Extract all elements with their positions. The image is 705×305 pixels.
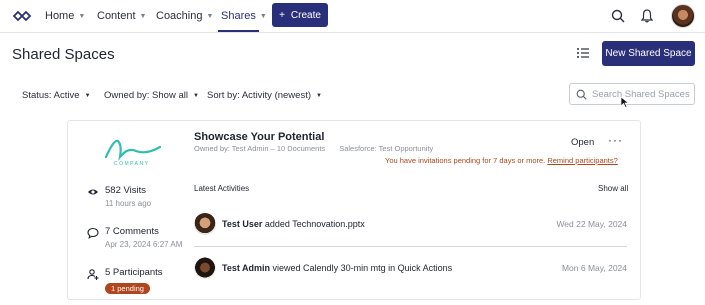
comments-count: 7 Comments — [105, 226, 159, 237]
open-button[interactable]: Open — [571, 137, 594, 148]
chevron-down-icon: ▼ — [259, 12, 267, 20]
chevron-down-icon: ▼ — [78, 12, 86, 20]
activity-date: Mon 6 May, 2024 — [561, 263, 627, 273]
more-options-icon[interactable]: ··· — [608, 133, 623, 147]
search-field[interactable] — [569, 83, 695, 105]
plus-icon: + — [279, 9, 285, 21]
activity-row: Test User added Technovation.pptx Wed 22… — [194, 211, 627, 237]
chevron-down-icon: ▼ — [316, 92, 322, 99]
active-tab-indicator — [218, 30, 259, 32]
shared-space-card[interactable]: COMPANY 582 Visits 11 hours ago 7 Commen… — [67, 120, 641, 300]
space-meta: Owned by: Test Admin – 10 Documents Sale… — [194, 144, 433, 153]
chevron-down-icon: ▼ — [139, 12, 147, 20]
comments-stat: 7 Comments Apr 23, 2024 6:27 AM — [87, 226, 182, 249]
chevron-down-icon: ▼ — [192, 92, 199, 99]
eye-icon — [88, 189, 98, 195]
status-filter-label: Status: Active — [22, 90, 80, 101]
mouse-cursor-icon — [620, 96, 630, 108]
remind-participants-link[interactable]: Remind participants? — [547, 156, 617, 165]
pending-warning: You have invitations pending for 7 days … — [385, 156, 618, 165]
participants-count: 5 Participants — [105, 267, 163, 278]
app-logo-icon[interactable] — [12, 8, 32, 24]
nav-coaching[interactable]: Coaching ▼ — [156, 10, 213, 22]
comments-time: Apr 23, 2024 6:27 AM — [105, 240, 183, 249]
nav-shares-label: Shares — [221, 10, 256, 22]
divider — [194, 246, 627, 247]
show-all-link[interactable]: Show all — [598, 184, 628, 193]
chevron-down-icon: ▼ — [84, 92, 91, 99]
new-shared-space-button[interactable]: New Shared Space — [602, 41, 695, 66]
list-view-icon[interactable] — [576, 46, 590, 60]
nav-home-label: Home — [45, 10, 75, 22]
activity-date: Wed 22 May, 2024 — [556, 219, 627, 229]
activity-text: Test User added Technovation.pptx — [222, 219, 556, 229]
activity-row: Test Admin viewed Calendly 30-min mtg in… — [194, 255, 627, 281]
salesforce-info: Salesforce: Test Opportunity — [339, 144, 434, 153]
add-person-icon — [87, 269, 99, 280]
nav-shares[interactable]: Shares ▼ — [221, 10, 267, 22]
status-filter[interactable]: Status: Active ▼ — [22, 90, 91, 101]
chevron-down-icon: ▼ — [206, 12, 214, 20]
nav-content-label: Content — [97, 10, 136, 22]
latest-activities-heading: Latest Activities — [194, 184, 250, 193]
comment-icon — [87, 227, 99, 239]
activity-action: added Technovation.pptx — [264, 219, 365, 229]
top-nav: Home ▼ Content ▼ Coaching ▼ Shares ▼ + C… — [0, 0, 705, 33]
nav-coaching-label: Coaching — [156, 10, 203, 22]
avatar — [194, 213, 216, 235]
create-button-label: Create — [290, 9, 321, 21]
owned-by-filter[interactable]: Owned by: Show all ▼ — [104, 90, 199, 101]
svg-text:COMPANY: COMPANY — [114, 161, 149, 167]
sort-by-filter[interactable]: Sort by: Activity (newest) ▼ — [207, 90, 322, 101]
company-logo: COMPANY — [104, 139, 162, 167]
create-button[interactable]: + Create — [272, 3, 328, 27]
owner-info: Owned by: Test Admin – 10 Documents — [194, 144, 326, 153]
search-input[interactable] — [592, 88, 692, 100]
sort-by-filter-label: Sort by: Activity (newest) — [207, 90, 312, 101]
visits-stat: 582 Visits 11 hours ago — [87, 185, 151, 208]
activity-user: Test Admin — [222, 263, 271, 273]
activity-user: Test User — [222, 219, 263, 229]
activity-text: Test Admin viewed Calendly 30-min mtg in… — [222, 263, 562, 273]
page-title: Shared Spaces — [12, 46, 115, 63]
nav-home[interactable]: Home ▼ — [45, 10, 85, 22]
owned-by-filter-label: Owned by: Show all — [104, 90, 188, 101]
avatar — [194, 257, 216, 279]
visits-time: 11 hours ago — [105, 199, 152, 208]
participants-stat: 5 Participants 1 pending — [87, 267, 163, 296]
visits-count: 582 Visits — [105, 185, 147, 196]
search-icon[interactable] — [608, 6, 628, 26]
nav-content[interactable]: Content ▼ — [97, 10, 146, 22]
pending-badge: 1 pending — [105, 283, 150, 294]
warning-text: You have invitations pending for 7 days … — [385, 156, 546, 165]
user-avatar[interactable] — [671, 4, 695, 28]
bell-icon[interactable] — [637, 6, 657, 26]
space-title[interactable]: Showcase Your Potential — [194, 131, 324, 143]
search-icon — [576, 89, 587, 100]
activity-action: viewed Calendly 30-min mtg in Quick Acti… — [272, 263, 453, 273]
